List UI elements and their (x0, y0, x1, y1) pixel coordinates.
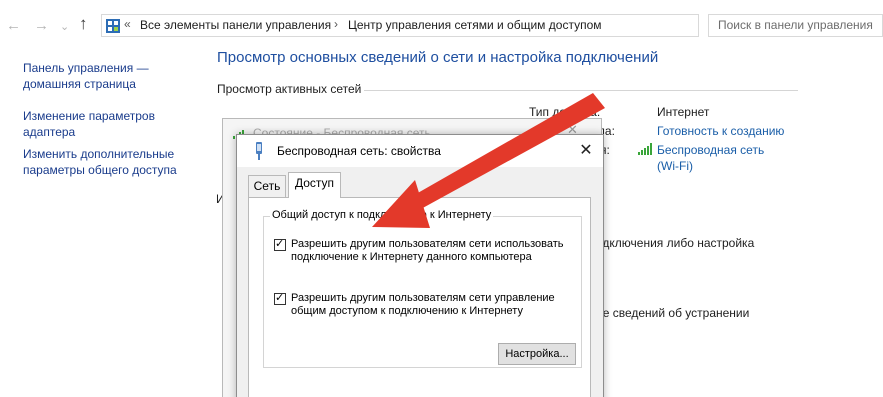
allow-control-label-line2: общим доступом к подключению к Интернету (291, 305, 523, 317)
breadcrumb-network-center[interactable]: Центр управления сетями и общим доступом (348, 18, 602, 32)
sidebar-item-adapter-settings[interactable]: Изменение параметров адаптера (23, 108, 173, 140)
internet-sharing-group: Общий доступ к подключению к Интернету ✓… (263, 209, 582, 368)
wifi-signal-icon (638, 143, 652, 155)
page-title: Просмотр основных сведений о сети и наст… (217, 49, 659, 66)
allow-sharing-label-line2: подключение к Интернету данного компьюте… (291, 251, 532, 263)
breadcrumb-separator: › (334, 17, 338, 31)
group-label: Общий доступ к подключению к Интернету (270, 209, 494, 221)
wireless-properties-dialog: Беспроводная сеть: свойства ✕ Сеть Досту… (236, 134, 604, 397)
forward-arrow-icon[interactable]: → (34, 17, 49, 35)
sharing-tab-pane: Общий доступ к подключению к Интернету ✓… (248, 197, 591, 397)
wireless-connection-line1: Беспроводная сеть (657, 143, 765, 157)
back-arrow-icon[interactable]: ← (6, 17, 21, 35)
tab-sharing[interactable]: Доступ (288, 172, 341, 198)
allow-control-label[interactable]: Разрешить другим пользователям сети упра… (291, 292, 555, 318)
wireless-connection-line2: (Wi-Fi) (657, 159, 693, 173)
dialog-titlebar: Беспроводная сеть: свойства ✕ (237, 135, 603, 167)
breadcrumb-overflow[interactable]: « (124, 17, 131, 31)
wireless-connection-link[interactable]: Беспроводная сеть (Wi-Fi) (657, 142, 764, 174)
dialog-title: Беспроводная сеть: свойства (277, 144, 441, 158)
checkmark-icon: ✓ (275, 292, 285, 304)
setup-connection-fragment[interactable]: одключения либо настройка (596, 236, 754, 250)
address-field[interactable]: « Все элементы панели управления › Центр… (101, 14, 794, 37)
section-divider (364, 90, 798, 91)
control-panel-icon (106, 19, 120, 33)
allow-control-label-line1: Разрешить другим пользователям сети упра… (291, 292, 555, 304)
checkmark-icon: ✓ (275, 238, 285, 250)
active-networks-header: Просмотр активных сетей (217, 82, 362, 96)
address-bar-row: ← → ⌄ ↑ « Все элементы панели управления… (0, 0, 883, 52)
network-adapter-icon (256, 142, 262, 160)
recent-locations-chevron-icon[interactable]: ⌄ (60, 18, 69, 36)
close-icon[interactable]: ✕ (573, 138, 599, 164)
breadcrumb-all-control-panel-items[interactable]: Все элементы панели управления (140, 18, 331, 32)
tab-network[interactable]: Сеть (248, 175, 286, 197)
homegroup-link[interactable]: Готовность к созданию (657, 123, 784, 139)
allow-control-checkbox[interactable]: ✓ (274, 292, 286, 305)
troubleshoot-fragment[interactable]: ие сведений об устранении (596, 306, 749, 320)
allow-sharing-checkbox[interactable]: ✓ (274, 238, 286, 251)
allow-sharing-label[interactable]: Разрешить другим пользователям сети испо… (291, 238, 564, 264)
up-arrow-icon[interactable]: ↑ (79, 15, 88, 33)
access-type-value: Интернет (657, 105, 710, 119)
allow-sharing-label-line1: Разрешить другим пользователям сети испо… (291, 238, 564, 250)
sidebar-item-home[interactable]: Панель управления — домашняя страница (23, 60, 198, 92)
sidebar-item-sharing-settings[interactable]: Изменить дополнительные параметры общего… (23, 146, 188, 178)
settings-button[interactable]: Настройка... (498, 343, 576, 365)
search-input[interactable]: Поиск в панели управления (708, 14, 883, 37)
